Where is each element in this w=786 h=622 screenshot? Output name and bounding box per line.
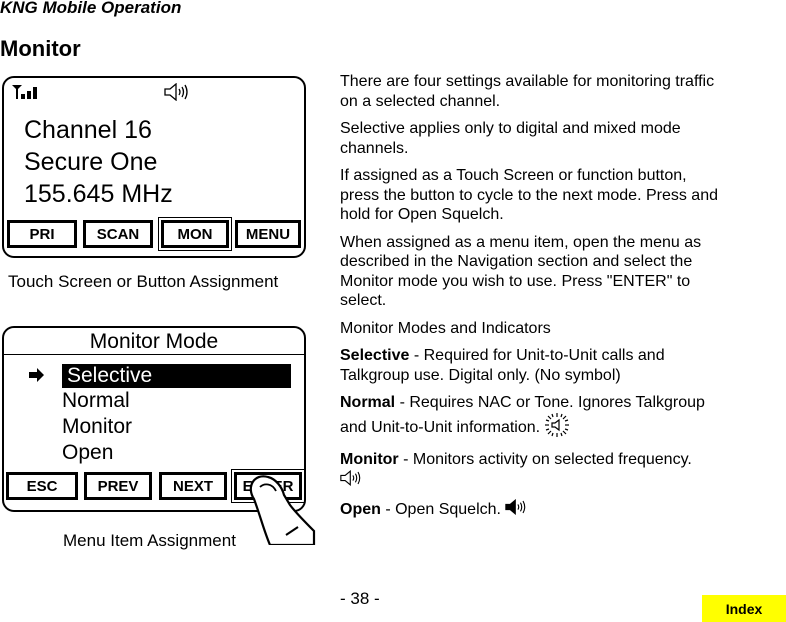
caption-menu-item: Menu Item Assignment <box>63 531 236 550</box>
section-title: Monitor <box>0 36 81 61</box>
mode-monitor: Monitor - Monitors activity on selected … <box>340 450 720 491</box>
zone-name-line: Secure One <box>24 148 158 176</box>
index-button[interactable]: Index <box>702 595 786 622</box>
softkey-pri[interactable]: PRI <box>7 220 77 248</box>
mode-desc: - Monitors activity on selected frequenc… <box>398 451 692 468</box>
manual-header-title: KNG Mobile Operation <box>0 0 182 17</box>
mode-desc: - Requires NAC or Tone. Ignores Talkgrou… <box>340 394 705 436</box>
mode-selective: Selective - Required for Unit-to-Unit ca… <box>340 346 720 385</box>
softkey-next[interactable]: NEXT <box>159 472 227 500</box>
softkey-esc[interactable]: ESC <box>6 472 78 500</box>
channel-name-line: Channel 16 <box>24 116 152 144</box>
finger-press-icon <box>240 465 320 550</box>
frequency-line: 155.645 MHz <box>24 180 173 208</box>
mode-term: Open <box>340 500 381 518</box>
selective-note: Selective applies only to digital and mi… <box>340 120 681 157</box>
mode-term: Selective <box>340 347 410 364</box>
mode-open: Open - Open Squelch. <box>340 498 720 521</box>
speaker-filled-icon <box>505 498 529 521</box>
speaker-outline-icon <box>340 469 364 492</box>
selection-arrow-icon <box>29 368 45 387</box>
softkey-menu[interactable]: MENU <box>235 220 301 248</box>
page-number: - 38 - <box>340 589 380 608</box>
mode-desc: - Open Squelch. <box>380 500 506 518</box>
description-column: There are four settings available for mo… <box>340 72 720 529</box>
menu-item-open[interactable]: Open <box>62 441 113 465</box>
softkey-mon[interactable]: MON <box>158 217 232 251</box>
intro-paragraph: There are four settings available for mo… <box>340 73 715 110</box>
menu-item-label: Selective <box>67 364 153 387</box>
caption-touch-screen: Touch Screen or Button Assignment <box>8 272 279 291</box>
softkey-prev[interactable]: PREV <box>84 472 152 500</box>
menu-item-selective[interactable]: Selective <box>62 364 291 388</box>
menu-item-normal[interactable]: Normal <box>62 389 130 413</box>
mode-term: Normal <box>340 394 396 411</box>
modes-heading: Monitor Modes and Indicators <box>340 319 551 337</box>
mode-normal: Normal - Requires NAC or Tone. Ignores T… <box>340 393 720 442</box>
menu-item-monitor[interactable]: Monitor <box>62 415 132 439</box>
menu-assignment-paragraph: When assigned as a menu item, open the m… <box>340 233 702 310</box>
softkey-scan[interactable]: SCAN <box>83 220 153 248</box>
button-assignment-paragraph: If assigned as a Touch Screen or functio… <box>340 167 718 223</box>
menu-title: Monitor Mode <box>4 328 304 355</box>
radio-display-main: Channel 16 Secure One 155.645 MHz PRI SC… <box>2 76 306 258</box>
mode-term: Monitor <box>340 451 399 468</box>
speaker-flashing-icon <box>544 412 569 443</box>
speaker-monitor-icon <box>164 82 192 106</box>
signal-strength-icon <box>12 84 46 105</box>
